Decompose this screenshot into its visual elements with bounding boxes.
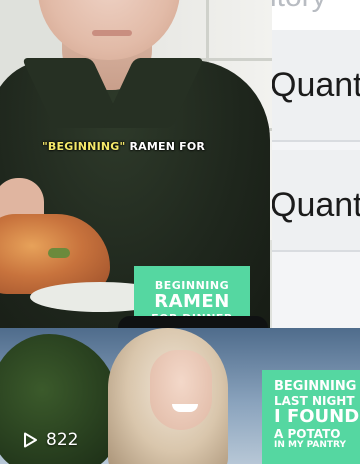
title-card-line: A POTATO — [274, 427, 341, 441]
title-card-line: BEGINNING — [154, 279, 230, 292]
screen-label: Quant — [272, 186, 360, 224]
title-card-line: RAMEN — [154, 291, 230, 312]
play-icon — [24, 432, 37, 448]
video-thumbnail-quant[interactable]: itory Quant Quant — [272, 0, 360, 328]
title-card-line: I FOUND — [274, 406, 360, 427]
caption-text: RAMEN FOR — [129, 140, 206, 153]
video-caption: "BEGINNING" RAMEN FOR — [42, 140, 205, 153]
caption-highlight: "BEGINNING" — [42, 140, 126, 153]
view-count-text: 822 — [46, 430, 79, 450]
title-card-line: BEGINNING — [274, 379, 357, 394]
person-smile — [172, 404, 198, 412]
video-thumbnail-ramen[interactable]: "BEGINNING" RAMEN FOR BEGINNING RAMEN FO… — [0, 0, 272, 328]
screen-label: Quant — [272, 66, 360, 104]
row-divider — [272, 250, 360, 252]
view-count: 822 — [22, 430, 78, 450]
person-lips — [92, 30, 132, 36]
title-card-potato: BEGINNING LAST NIGHT I FOUND A POTATO IN… — [262, 370, 360, 464]
row-divider — [272, 140, 360, 142]
food-topping — [48, 248, 70, 258]
bottom-overlay-pill — [118, 316, 268, 328]
screen-text-fragment: itory — [272, 0, 327, 14]
person-face — [150, 350, 212, 430]
title-card-line: IN MY PANTRY — [274, 440, 346, 450]
